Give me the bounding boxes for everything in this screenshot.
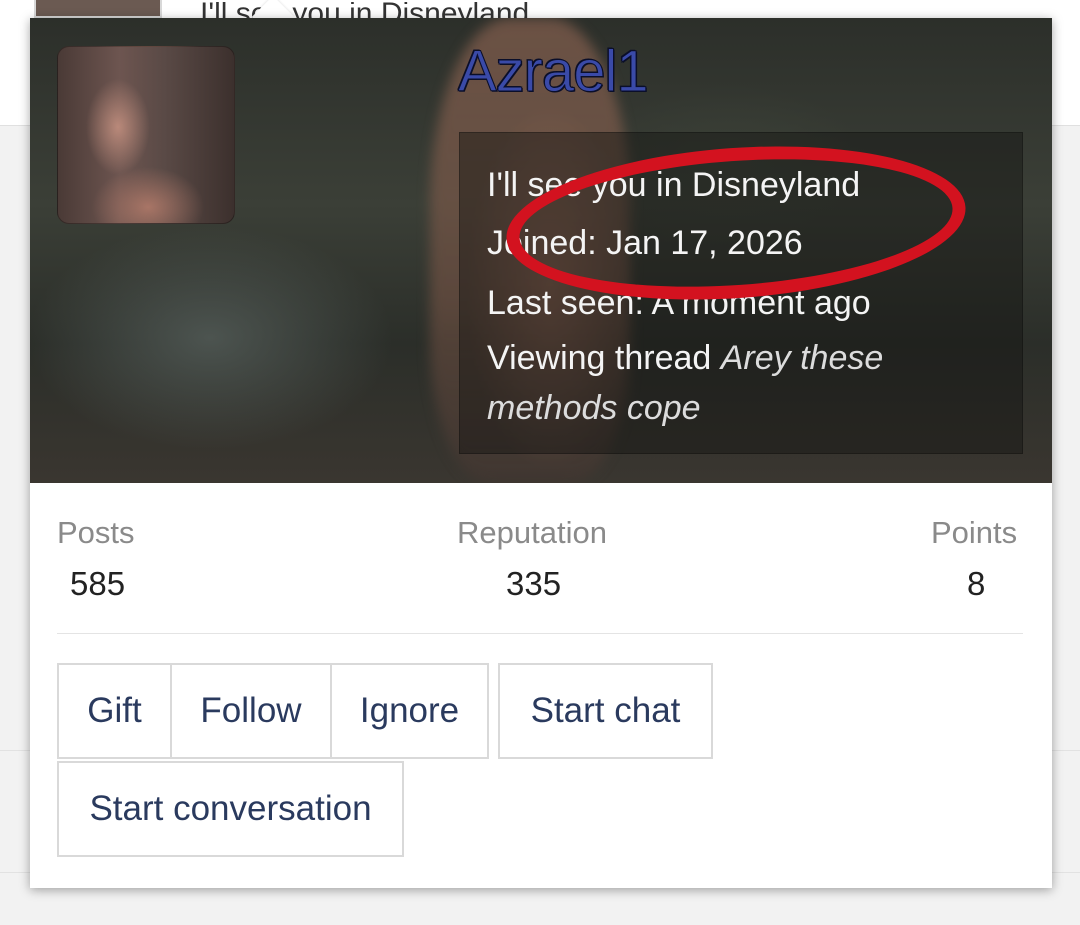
avatar[interactable]	[57, 46, 235, 224]
points-label: Points	[931, 515, 1018, 550]
ignore-button[interactable]: Ignore	[330, 663, 489, 759]
gift-button[interactable]: Gift	[57, 663, 172, 759]
stats-divider	[57, 633, 1023, 634]
reputation-value: 335	[506, 565, 562, 602]
posts-label: Posts	[57, 515, 135, 550]
points-value[interactable]: 8	[967, 565, 985, 603]
member-stats: Posts 585 Reputation 335 Points 8	[30, 483, 1052, 633]
profile-banner: Azrael1 I'll see you in Disneyland Joine…	[30, 18, 1052, 483]
posts-value[interactable]: 585	[70, 565, 125, 603]
username-link[interactable]: Azrael1	[458, 38, 650, 105]
member-tooltip-card: Azrael1 I'll see you in Disneyland Joine…	[30, 18, 1052, 888]
background-thumbnail	[34, 0, 162, 18]
reputation-label: Reputation	[457, 515, 607, 550]
activity-prefix: Viewing thread	[487, 339, 721, 377]
current-activity: Viewing thread Arey these methods cope	[487, 333, 1007, 433]
start-chat-button[interactable]: Start chat	[498, 663, 713, 759]
follow-button[interactable]: Follow	[170, 663, 332, 759]
start-conversation-button[interactable]: Start conversation	[57, 761, 404, 857]
